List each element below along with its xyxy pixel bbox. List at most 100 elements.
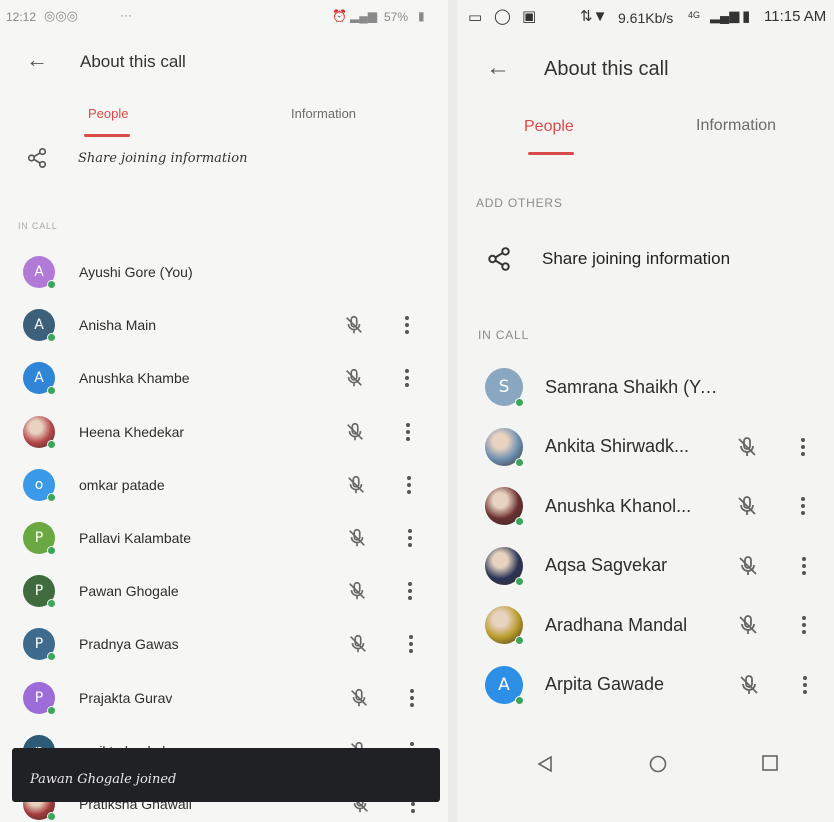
avatar: P (23, 522, 56, 555)
nav-home-icon[interactable] (648, 754, 668, 774)
avatar-initial: o (34, 476, 44, 493)
participant-name: Arpita Gawade (545, 674, 665, 694)
more-options-icon[interactable] (407, 635, 415, 654)
online-status-dot (515, 576, 524, 586)
participant-row[interactable]: P Pallavi Kalambate (0, 522, 448, 555)
more-options-icon[interactable] (799, 497, 807, 515)
online-status-dot (47, 492, 56, 502)
more-options-icon[interactable] (404, 422, 412, 441)
participant-name: Samrana Shaikh (You) (545, 376, 725, 397)
more-options-icon[interactable] (800, 616, 808, 634)
avatar: A (23, 309, 56, 343)
avatar: P (23, 575, 56, 609)
status-bar: ▭ ◯ ▣ ⇅▼ 9.61Kb/s 4G ▂▄▆ ▮ 11:15 AM (458, 0, 834, 34)
participant-row[interactable]: Aqsa Sagvekar (458, 546, 834, 586)
participant-name: Pallavi Kalambate (79, 530, 192, 546)
mic-off-icon[interactable] (735, 435, 759, 464)
avatar-initial: P (34, 689, 44, 706)
nav-recents-icon[interactable] (761, 754, 779, 772)
share-joining-info-row[interactable]: Share joining information (486, 246, 730, 272)
left-screen: 12:12 ◎◎◎ ··· ⏰ ▂▄▆ 57% ▮ ← About this c… (0, 0, 448, 822)
avatar-initial: P (34, 636, 44, 653)
share-icon (27, 148, 47, 168)
online-status-dot (515, 398, 524, 407)
online-status-dot (515, 457, 524, 467)
participant-row[interactable]: A Ayushi Gore (You) (0, 256, 448, 289)
participant-row[interactable]: Anushka Khanol... (458, 487, 834, 526)
status-time: 11:15 AM (764, 8, 827, 25)
back-arrow-icon[interactable]: ← (486, 56, 510, 80)
participant-row[interactable]: o omkar patade (0, 468, 448, 502)
avatar-initial: A (34, 317, 44, 334)
online-status-dot (47, 280, 56, 289)
mic-off-icon[interactable] (344, 421, 366, 448)
avatar-initial: A (498, 674, 510, 695)
avatar: A (23, 256, 56, 289)
participant-row[interactable]: A Arpita Gawade (458, 665, 834, 705)
online-status-dot (47, 333, 56, 343)
online-status-dot (515, 636, 524, 645)
participant-row[interactable]: P Pradnya Gawas (0, 628, 448, 662)
online-status-dot (515, 517, 524, 526)
participant-row[interactable]: Aradhana Mandal (458, 606, 834, 645)
avatar-photo (23, 415, 56, 449)
status-video-icon: ▭ (468, 9, 483, 26)
mic-off-icon[interactable] (347, 633, 369, 660)
more-options-icon[interactable] (403, 316, 411, 335)
mic-off-icon[interactable] (737, 673, 761, 702)
online-status-dot (47, 812, 56, 821)
more-options-icon[interactable] (406, 582, 414, 601)
avatar: P (23, 681, 56, 715)
participant-row[interactable]: A Anushka Khambe (0, 362, 448, 396)
participant-name: Ayushi Gore (You) (79, 264, 193, 280)
more-options-icon[interactable] (403, 369, 411, 388)
status-battery-icon: ▮ (742, 8, 751, 25)
avatar-initial: A (34, 370, 44, 387)
status-bar: 12:12 ◎◎◎ ··· ⏰ ▂▄▆ 57% ▮ (0, 0, 448, 34)
more-options-icon[interactable] (406, 529, 414, 547)
share-joining-info-row[interactable]: Share joining information (26, 147, 247, 169)
participant-row[interactable]: P Pawan Ghogale (0, 575, 448, 609)
status-signal-icon: ▂▄▆ (710, 8, 740, 23)
mic-off-icon[interactable] (348, 687, 370, 714)
more-options-icon[interactable] (800, 556, 808, 575)
status-signal-icon: ▂▄▆ (350, 9, 377, 23)
more-options-icon[interactable] (408, 688, 416, 707)
participant-row[interactable]: Ankita Shirwadk... (458, 427, 834, 467)
participant-row[interactable]: A Anisha Main (0, 309, 448, 343)
tab-information[interactable]: Information (291, 106, 356, 121)
avatar-initial: A (34, 264, 44, 280)
mic-off-icon[interactable] (736, 613, 760, 642)
mic-off-icon[interactable] (345, 474, 367, 501)
avatar: S (485, 368, 524, 407)
tab-people[interactable]: People (524, 118, 574, 136)
mic-off-icon[interactable] (346, 580, 368, 607)
status-notification-icons: ◎◎◎ (44, 8, 79, 23)
mic-off-icon[interactable] (736, 554, 760, 583)
share-joining-info-label: Share joining information (542, 249, 731, 268)
avatar-initial: S (498, 377, 510, 397)
back-arrow-icon[interactable]: ← (26, 49, 48, 71)
participant-name: Prajakta Gurav (79, 689, 173, 706)
mic-off-icon[interactable] (735, 494, 759, 523)
mic-off-icon[interactable] (343, 367, 365, 394)
more-options-icon[interactable] (801, 675, 809, 694)
tab-information[interactable]: Information (696, 117, 776, 135)
status-speed-text: 9.61Kb/s (618, 10, 674, 26)
more-options-icon[interactable] (405, 475, 413, 494)
participant-row[interactable]: P Prajakta Gurav (0, 681, 448, 715)
avatar: A (23, 362, 56, 396)
page-title: About this call (544, 58, 669, 80)
participant-row[interactable]: S Samrana Shaikh (You) (458, 368, 834, 407)
mic-off-icon[interactable] (346, 527, 368, 554)
mic-off-icon[interactable] (343, 314, 365, 341)
nav-back-icon[interactable] (536, 754, 556, 774)
online-status-dot (47, 546, 56, 555)
participant-name: Heena Khedekar (79, 423, 185, 440)
avatar: o (23, 468, 56, 502)
participant-name: Anisha Main (79, 317, 157, 334)
more-options-icon[interactable] (799, 437, 807, 456)
participant-row[interactable]: Heena Khedekar (0, 415, 448, 449)
tab-people[interactable]: People (88, 106, 128, 121)
online-status-dot (47, 599, 56, 609)
